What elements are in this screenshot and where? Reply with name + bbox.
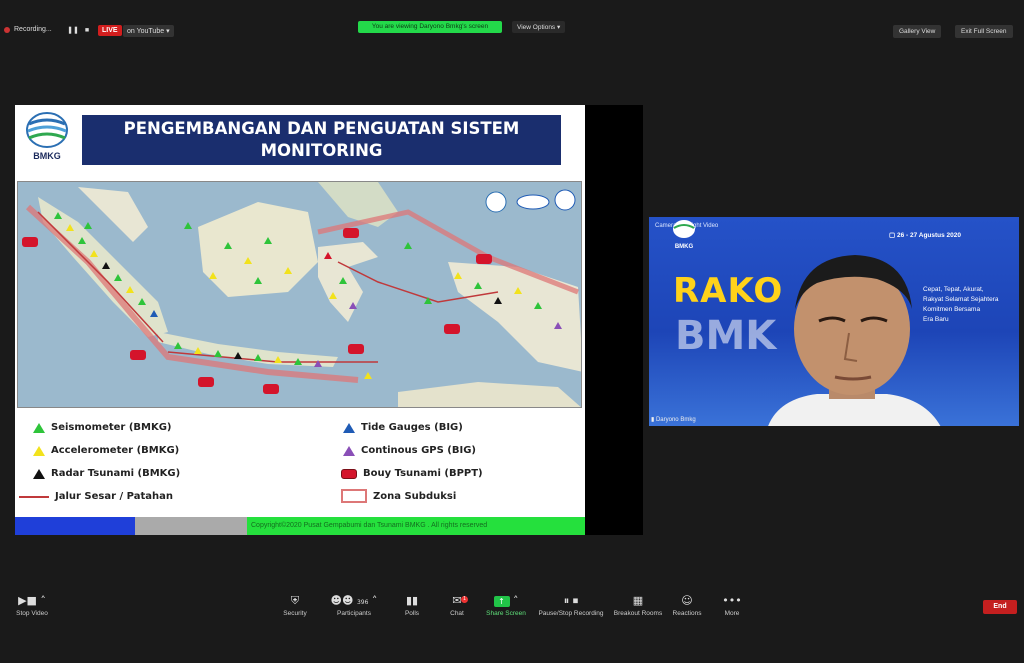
map-legend: Seismometer (BMKG) Accelerometer (BMKG) … — [15, 411, 585, 515]
video-camera-icon: ▶■ ˄ — [18, 594, 46, 607]
legend-item-fault-line: Jalur Sesar / Patahan — [19, 491, 173, 502]
end-meeting-button[interactable]: End — [983, 600, 1017, 614]
recording-dot-icon — [4, 26, 10, 33]
legend-item-continuous-gps: Continous GPS (BIG) — [343, 445, 476, 456]
legend-label: Tide Gauges (BIG) — [361, 422, 463, 433]
participants-label: Participants — [337, 610, 371, 617]
yellow-triangle-icon — [33, 445, 45, 456]
presentation-slide: BMKG PENGEMBANGAN DAN PENGUATAN SISTEM M… — [15, 105, 585, 535]
breakout-rooms-label: Breakout Rooms — [613, 610, 663, 617]
live-destination-dropdown[interactable]: on YouTube ▾ — [123, 25, 174, 37]
share-screen-icon: ↑ ˄ — [476, 594, 536, 608]
shared-screen: BMKG PENGEMBANGAN DAN PENGUATAN SISTEM M… — [15, 105, 643, 535]
legend-item-radar-tsunami: Radar Tsunami (BMKG) — [33, 468, 180, 479]
footer-blue-band — [15, 517, 135, 535]
participants-button[interactable]: ☻☻ 396 ˄ Participants — [324, 594, 384, 617]
video-bmkg-logo: BMKG — [669, 219, 699, 250]
stop-icon: ■ — [84, 27, 90, 34]
participant-name-text: Daryono Bmkg — [655, 417, 696, 423]
green-triangle-icon — [33, 422, 45, 433]
meeting-top-bar: Recording... ❚❚ ■ LIVE on YouTube ▾ You … — [0, 21, 1024, 44]
participant-video-tile[interactable]: Camera Spotlight Video BMKG ▢ 26 - 27 Ag… — [649, 217, 1019, 426]
pause-icon: ❚❚ — [67, 27, 79, 34]
pause-stop-recording-label: Pause/Stop Recording — [538, 610, 604, 617]
legend-item-tide-gauges: Tide Gauges (BIG) — [343, 422, 463, 433]
indonesia-monitoring-map — [17, 181, 582, 408]
gallery-view-button[interactable]: Gallery View — [893, 25, 942, 38]
event-date-text: 26 - 27 Agustus 2020 — [896, 232, 962, 239]
recording-label: Recording... — [14, 26, 52, 33]
polls-label: Polls — [404, 610, 420, 617]
viewing-screen-banner: You are viewing Daryono Bmkg's screen — [358, 21, 502, 33]
live-destination-label: on YouTube — [127, 28, 165, 35]
purple-triangle-icon — [343, 445, 355, 456]
black-triangle-icon — [33, 468, 45, 479]
participant-name: ▮ Daryono Bmkg — [651, 416, 696, 423]
legend-label: Jalur Sesar / Patahan — [55, 491, 173, 502]
meeting-toolbar: ▶■ ˄ Stop Video ⛨ Security ☻☻ 396 ˄ Part… — [0, 590, 1024, 628]
shield-icon: ⛨ — [290, 594, 300, 607]
blue-triangle-icon — [343, 422, 355, 433]
legend-item-subduction-zone: Zona Subduksi — [341, 489, 456, 503]
slide-copyright: Copyright©2020 Pusat Gempabumi dan Tsuna… — [247, 517, 585, 535]
exit-full-screen-button[interactable]: Exit Full Screen — [955, 25, 1013, 38]
legend-item-accelerometer: Accelerometer (BMKG) — [33, 445, 179, 456]
security-button[interactable]: ⛨ Security — [265, 594, 325, 617]
participants-icon: ☻☻ 396 ˄ — [330, 594, 378, 607]
live-badge[interactable]: LIVE — [98, 25, 122, 36]
fault-line-icon — [19, 495, 49, 498]
legend-label: Zona Subduksi — [373, 490, 457, 502]
legend-label: Radar Tsunami (BMKG) — [51, 468, 181, 479]
share-screen-button[interactable]: ↑ ˄ Share Screen — [476, 594, 536, 617]
footer-grey-band — [135, 517, 247, 535]
view-options-label: View Options — [517, 24, 556, 31]
slide-title-line-1: PENGEMBANGAN DAN PENGUATAN SISTEM MONITO… — [123, 119, 520, 160]
view-options-button[interactable]: View Options ▾ — [512, 21, 566, 33]
pause-stop-recording-button[interactable]: ⏸ ⏹ Pause/Stop Recording — [534, 594, 608, 617]
participants-count: 396 — [356, 599, 369, 606]
recording-indicator: Recording... — [4, 26, 52, 33]
chevron-down-icon: ▾ — [166, 28, 170, 35]
stop-recording-button[interactable]: ■ — [80, 25, 94, 37]
bmkg-logo-text: BMKG — [33, 151, 61, 161]
legend-item-seismometer: Seismometer (BMKG) — [33, 422, 172, 433]
share-screen-label: Share Screen — [486, 610, 526, 617]
security-label: Security — [283, 610, 307, 617]
slide-footer: Copyright©2020 Pusat Gempabumi dan Tsuna… — [15, 517, 585, 535]
more-dots-icon: ••• — [722, 594, 742, 607]
slide-title: PENGEMBANGAN DAN PENGUATAN SISTEM MONITO… — [82, 115, 561, 182]
more-label: More — [724, 610, 740, 617]
chat-badge: 1 — [461, 596, 468, 603]
participant-person-image — [768, 255, 941, 426]
calendar-icon: ▢ — [889, 232, 897, 239]
pause-recording-button[interactable]: ❚❚ — [66, 25, 80, 37]
chevron-down-icon: ▾ — [557, 24, 561, 31]
chat-label: Chat — [450, 610, 464, 617]
subduction-zone-icon — [341, 489, 367, 503]
legend-label: Seismometer (BMKG) — [51, 422, 172, 433]
more-button[interactable]: ••• More — [702, 594, 762, 617]
pause-stop-recording-icon: ⏸ ⏹ — [563, 594, 579, 607]
stop-video-button[interactable]: ▶■ ˄ Stop Video — [2, 594, 62, 617]
buoy-icon — [341, 468, 357, 479]
legend-item-buoy-tsunami: Bouy Tsunami (BPPT) — [341, 468, 483, 479]
map-graphic — [18, 182, 581, 407]
stop-video-label: Stop Video — [16, 610, 48, 617]
legend-label: Accelerometer (BMKG) — [51, 445, 180, 456]
event-date: ▢ 26 - 27 Agustus 2020 — [889, 231, 961, 239]
legend-label: Bouy Tsunami (BPPT) — [363, 468, 483, 479]
reactions-label: Reactions — [672, 610, 702, 617]
bmkg-logo-icon — [673, 220, 695, 238]
legend-label: Continous GPS (BIG) — [361, 445, 476, 456]
video-logo-text: BMKG — [674, 244, 694, 250]
